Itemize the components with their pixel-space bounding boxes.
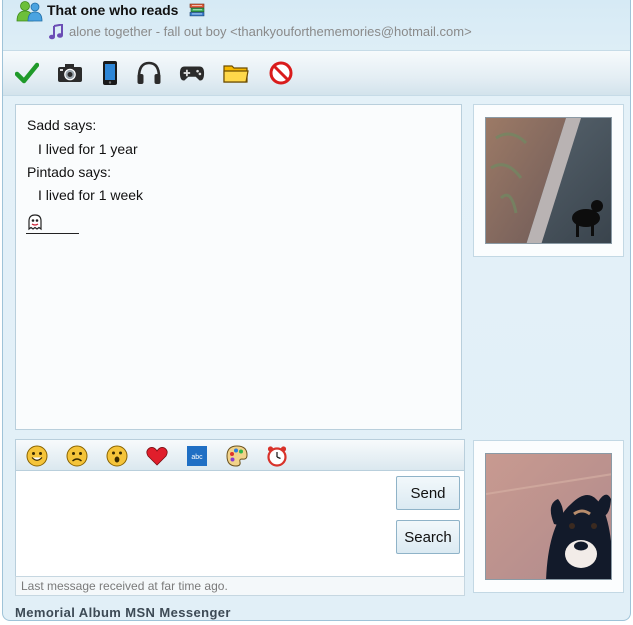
contact-name: That one who reads [47, 2, 179, 18]
message-text: I lived for 1 week [38, 187, 144, 203]
font-icon[interactable]: abc [186, 445, 208, 467]
divider [26, 233, 79, 234]
smile-icon[interactable] [26, 445, 48, 467]
message-text: I lived for 1 year [38, 141, 138, 157]
msn-contacts-icon [16, 1, 43, 22]
chat-window: That one who reads alone together - fall… [2, 0, 631, 621]
dog-photo [485, 117, 612, 244]
status-bar: Last message received at far time ago. [15, 576, 465, 596]
message-input[interactable] [16, 471, 391, 571]
palette-icon[interactable] [226, 445, 248, 467]
surprised-icon[interactable] [106, 445, 128, 467]
font-icon-label: abc [191, 454, 203, 461]
checkmark-icon[interactable] [14, 60, 40, 86]
music-note-icon [49, 24, 63, 40]
sad-icon[interactable] [66, 445, 88, 467]
footer-title: Memorial Album MSN Messenger [15, 605, 231, 620]
alarm-clock-icon[interactable] [266, 445, 288, 467]
camera-icon[interactable] [57, 60, 83, 86]
puppy-photo [485, 453, 612, 580]
message-sender: Pintado says: [27, 164, 112, 180]
toolbar [3, 50, 630, 96]
contact-display-picture[interactable] [473, 104, 624, 257]
ghost-icon [28, 214, 42, 231]
message-sender: Sadd says: [27, 117, 97, 133]
message-compose-area: Send Search [15, 471, 465, 577]
folder-icon[interactable] [223, 60, 249, 86]
gamepad-icon[interactable] [179, 60, 205, 86]
heart-icon[interactable] [146, 445, 168, 467]
contact-status-message: alone together - fall out boy <thankyouf… [69, 24, 472, 39]
headphones-icon[interactable] [136, 60, 162, 86]
user-display-picture[interactable] [473, 440, 624, 593]
emoticon-toolbar: abc [15, 439, 465, 471]
block-icon[interactable] [268, 60, 294, 86]
conversation-history[interactable]: Sadd says: I lived for 1 year Pintado sa… [15, 104, 462, 430]
search-button[interactable]: Search [396, 520, 460, 554]
phone-icon[interactable] [97, 60, 123, 86]
books-icon [189, 3, 205, 17]
send-button[interactable]: Send [396, 476, 460, 510]
